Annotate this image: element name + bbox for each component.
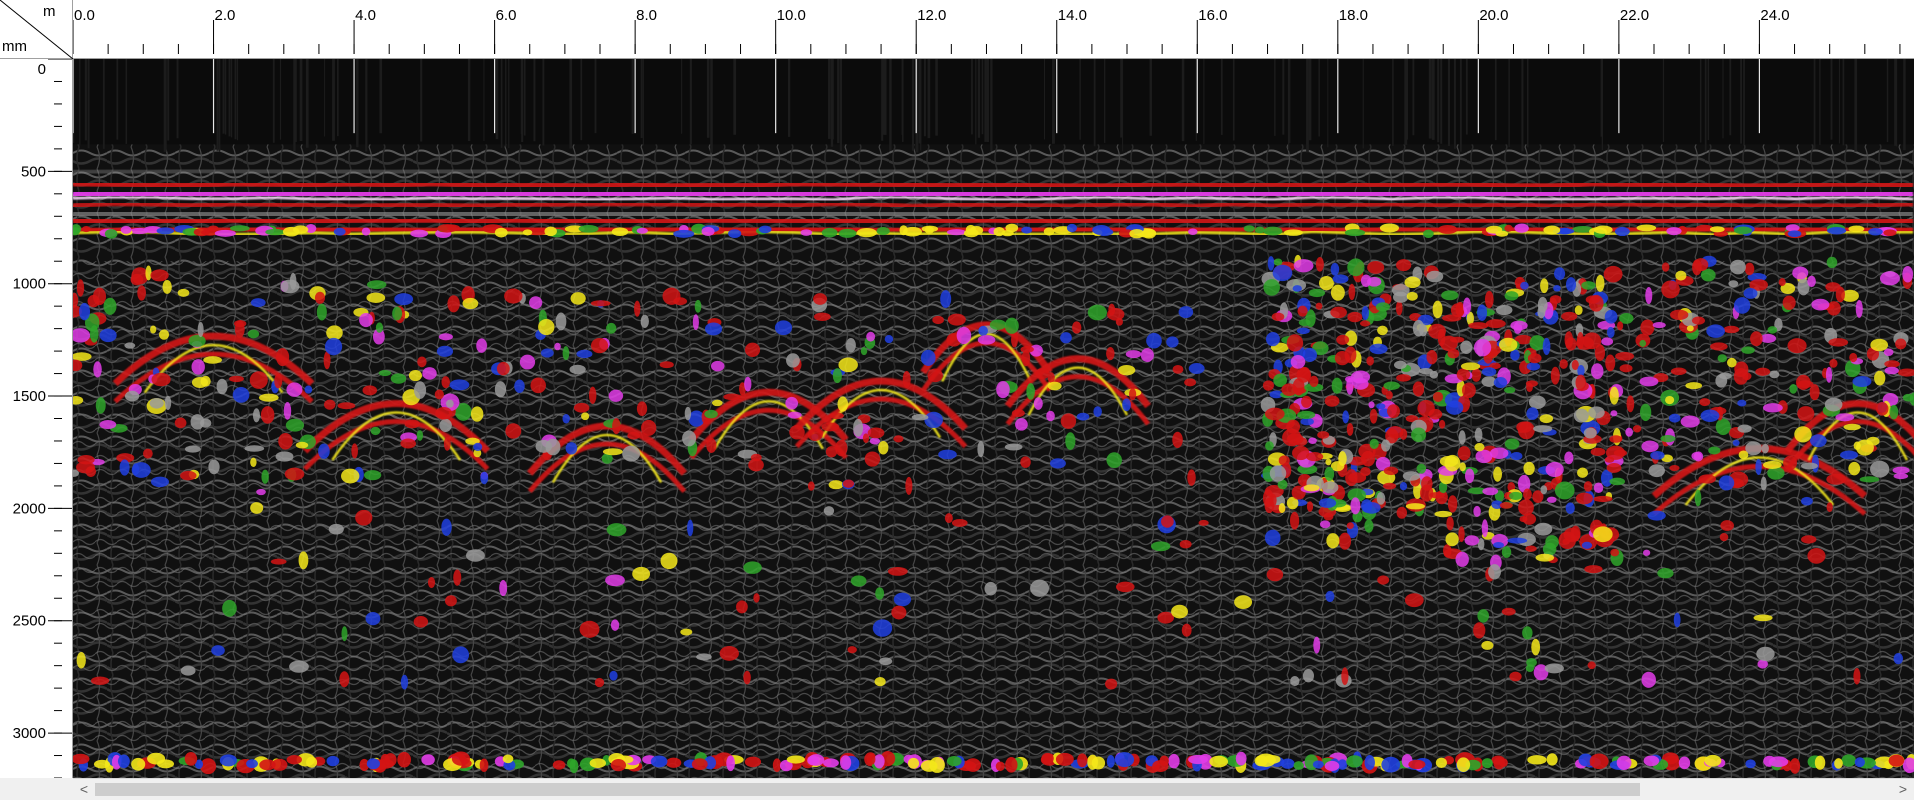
distance-tick: 8.0 [634,7,657,54]
depth-tick: 2000 [13,500,72,517]
distance-tick-label: 0.0 [74,7,95,24]
distance-tick: 12.0 [915,7,946,54]
depth-tick-label: 500 [21,163,46,180]
distance-tick: 18.0 [1337,7,1368,54]
distance-tick-label: 10.0 [777,7,806,24]
distance-tick: 2.0 [213,7,236,54]
distance-tick: 24.0 [1758,7,1790,54]
depth-tick: 2500 [13,613,72,630]
depth-tick: 0 [38,58,72,78]
scrollbar-thumb[interactable] [95,783,1640,796]
distance-tick: 22.0 [1618,7,1649,54]
depth-ruler: 0 500 1000 1500 2000 2500 3000 [0,58,73,779]
radargram-image [73,59,1914,778]
depth-unit-label: mm [2,38,27,55]
distance-tick-label: 2.0 [215,7,236,24]
distance-unit-label: m [43,3,56,20]
distance-tick: 20.0 [1477,7,1509,54]
depth-tick: 500 [21,163,72,180]
distance-tick-label: 22.0 [1620,7,1649,24]
depth-tick: 1000 [13,276,72,293]
depth-tick-label: 3000 [13,725,46,742]
distance-tick-label: 6.0 [496,7,517,24]
chevron-right-icon[interactable]: > [1894,779,1912,800]
depth-tick-label: 1000 [13,276,46,293]
distance-tick-label: 14.0 [1058,7,1087,24]
distance-tick-label: 8.0 [636,7,657,24]
distance-tick: 4.0 [353,7,376,54]
horizontal-scrollbar[interactable]: < > [73,778,1914,800]
distance-tick: 6.0 [494,7,517,54]
distance-tick: 16.0 [1196,7,1227,54]
depth-tick-label: 0 [38,61,46,78]
distance-tick: 0.0 [72,7,95,54]
distance-tick-label: 18.0 [1339,7,1368,24]
distance-tick-label: 12.0 [917,7,946,24]
distance-tick-label: 20.0 [1479,7,1508,24]
distance-tick-label: 4.0 [355,7,376,24]
depth-tick-label: 1500 [13,388,46,405]
distance-ruler: 0.0 2.0 4.0 6.0 8.0 10.0 12.0 14.0 16.0 18.0 20.0 2… [72,0,1914,59]
depth-tick-label: 2000 [13,500,46,517]
distance-tick: 14.0 [1056,7,1087,54]
depth-tick: 1500 [13,388,72,405]
depth-tick: 3000 [13,725,72,742]
distance-tick: 10.0 [775,7,806,54]
axis-unit-corner: m mm [0,0,73,59]
scrollbar-corner [0,778,73,800]
depth-tick-label: 2500 [13,613,46,630]
distance-tick-label: 24.0 [1760,7,1789,24]
radargram-canvas[interactable] [73,59,1914,778]
distance-tick-label: 16.0 [1198,7,1227,24]
gpr-viewer: m mm 0.0 2.0 4.0 6.0 8.0 10.0 12.0 14.0 16.0 18.0… [0,0,1914,800]
chevron-left-icon[interactable]: < [75,779,93,800]
